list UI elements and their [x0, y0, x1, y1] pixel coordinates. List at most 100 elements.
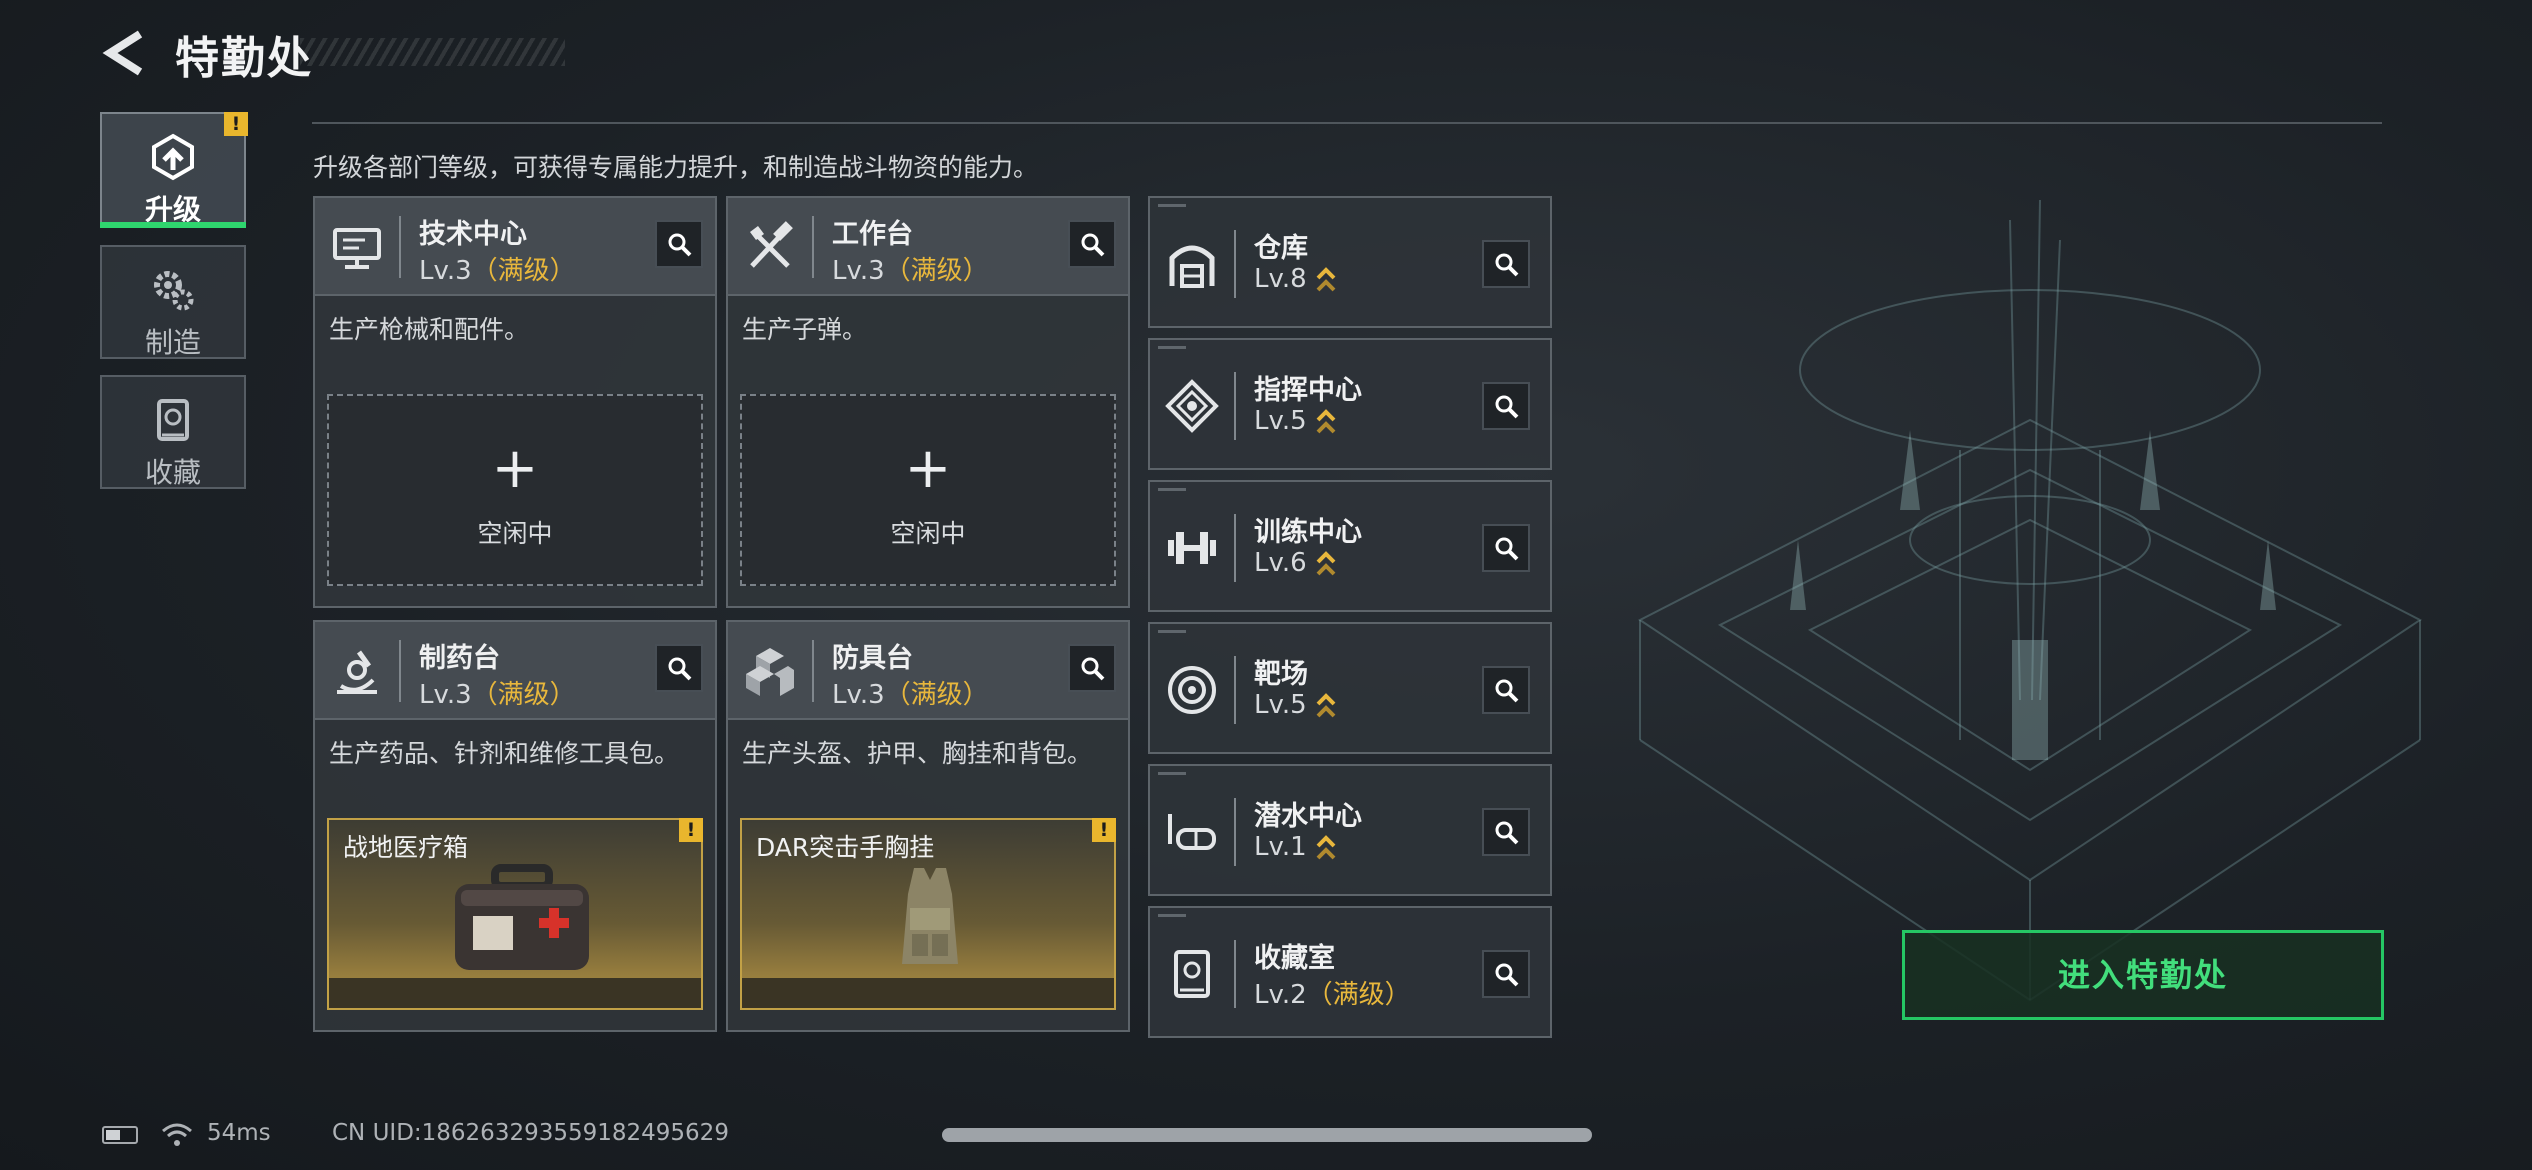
facility-level: Lv.5 — [1254, 406, 1337, 436]
search-icon — [1081, 233, 1105, 257]
tech-center-icon — [333, 228, 381, 269]
search-icon — [1495, 821, 1519, 845]
facility-level: Lv.8 — [1254, 264, 1337, 294]
search-button[interactable] — [655, 644, 703, 692]
search-icon — [668, 657, 692, 681]
search-icon — [1081, 657, 1105, 681]
workbench-icon — [750, 221, 793, 268]
facility-level: Lv.1 — [1254, 832, 1337, 862]
search-icon — [1495, 395, 1519, 419]
idle-slot[interactable]: + 空闲中 — [740, 394, 1116, 586]
facility-level: Lv.5 — [1254, 690, 1337, 720]
item-name: 战地医疗箱 — [343, 833, 469, 862]
medkit-icon — [455, 864, 589, 970]
card-header: 技术中心 Lv.3（满级） — [315, 198, 715, 296]
armor-bench-icon — [746, 648, 794, 696]
collection-icon — [157, 399, 189, 441]
shooting-range-icon — [1168, 666, 1216, 714]
upgrade-available-icon — [1316, 408, 1336, 433]
facility-diving-center[interactable]: 潜水中心 Lv.1 — [1148, 764, 1552, 896]
search-button[interactable] — [1482, 666, 1530, 714]
upgrade-available-icon — [1316, 692, 1336, 717]
dept-name: 制药台 — [419, 643, 500, 674]
dept-card-tech-center[interactable]: 技术中心 Lv.3（满级） 生产枪械和配件。 + 空闲中 — [313, 196, 717, 608]
dept-name: 防具台 — [832, 643, 913, 674]
collection-room-icon — [1174, 950, 1210, 998]
dept-card-armor-bench[interactable]: 防具台 Lv.3（满级） 生产头盔、护甲、胸挂和背包。 DAR突击手胸挂 ! — [726, 620, 1130, 1032]
dept-card-pharmacy[interactable]: 制药台 Lv.3（满级） 生产药品、针剂和维修工具包。 战地医疗箱 ! — [313, 620, 717, 1032]
item-name: DAR突击手胸挂 — [756, 833, 935, 862]
search-button[interactable] — [1068, 220, 1116, 268]
dept-description: 生产药品、针剂和维修工具包。 — [329, 739, 680, 768]
crafted-item-slot[interactable]: 战地医疗箱 — [327, 818, 703, 1010]
page-title: 特勤处 — [175, 33, 313, 84]
enter-special-ops-button[interactable]: 进入特勤处 — [1902, 930, 2384, 1020]
card-header: 工作台 Lv.3（满级） — [728, 198, 1128, 296]
idle-label: 空闲中 — [890, 519, 966, 548]
idle-slot[interactable]: + 空闲中 — [327, 394, 703, 586]
dept-level: Lv.3（满级） — [832, 256, 989, 286]
card-header: 制药台 Lv.3（满级） — [315, 622, 715, 720]
chest-rig-icon — [902, 868, 958, 964]
facility-collection-room[interactable]: 收藏室 Lv.2（满级） — [1148, 906, 1552, 1038]
page-description: 升级各部门等级，可获得专属能力提升，和制造战斗物资的能力。 — [313, 153, 1039, 182]
dept-card-workbench[interactable]: 工作台 Lv.3（满级） 生产子弹。 + 空闲中 — [726, 196, 1130, 608]
active-indicator — [100, 222, 246, 228]
facility-command-center[interactable]: 指挥中心 Lv.5 — [1148, 338, 1552, 470]
warehouse-icon — [1169, 245, 1215, 288]
upgrade-available-icon — [1316, 834, 1336, 859]
divider — [312, 122, 2382, 124]
facility-name: 训练中心 — [1254, 517, 1362, 548]
user-uid: CN UID:1862632935591824956​29 — [332, 1120, 729, 1146]
search-icon — [1495, 679, 1519, 703]
ping-readout: 54ms — [207, 1120, 271, 1146]
crafted-item-slot[interactable]: DAR突击手胸挂 — [740, 818, 1116, 1010]
alert-badge: ! — [679, 818, 703, 842]
facility-name: 仓库 — [1254, 233, 1308, 264]
search-icon — [1495, 963, 1519, 987]
nav-collection[interactable]: 收藏 — [100, 375, 246, 489]
facility-name: 潜水中心 — [1254, 801, 1362, 832]
diving-center-icon — [1168, 814, 1216, 850]
plus-icon: + — [904, 436, 952, 501]
search-button[interactable] — [1482, 524, 1530, 572]
search-button[interactable] — [1482, 240, 1530, 288]
alert-badge: ! — [1092, 818, 1116, 842]
dept-level: Lv.3（满级） — [419, 256, 576, 286]
back-arrow-icon[interactable] — [100, 28, 150, 78]
facility-shooting-range[interactable]: 靶场 Lv.5 — [1148, 622, 1552, 754]
plus-icon: + — [491, 436, 539, 501]
facility-training-center[interactable]: 训练中心 Lv.6 — [1148, 480, 1552, 612]
search-button[interactable] — [1482, 808, 1530, 856]
dept-description: 生产头盔、护甲、胸挂和背包。 — [742, 739, 1093, 768]
dept-name: 工作台 — [832, 219, 913, 250]
upgrade-available-icon — [1316, 266, 1336, 291]
home-indicator[interactable] — [942, 1128, 1592, 1142]
search-button[interactable] — [655, 220, 703, 268]
nav-craft-label: 制造 — [144, 326, 201, 359]
facility-name: 收藏室 — [1254, 943, 1335, 974]
search-icon — [1495, 253, 1519, 277]
item-progress-bar — [742, 978, 1114, 1008]
upgrade-available-icon — [1316, 550, 1336, 575]
item-progress-bar — [329, 978, 701, 1008]
nav-craft[interactable]: 制造 — [100, 245, 246, 359]
facility-warehouse[interactable]: 仓库 Lv.8 — [1148, 196, 1552, 328]
dept-level: Lv.3（满级） — [832, 680, 989, 710]
card-header: 防具台 Lv.3（满级） — [728, 622, 1128, 720]
facility-name: 指挥中心 — [1254, 375, 1362, 406]
search-button[interactable] — [1482, 950, 1530, 998]
facility-name: 靶场 — [1254, 659, 1308, 690]
dept-level: Lv.3（满级） — [419, 680, 576, 710]
pharmacy-icon — [337, 650, 377, 694]
command-center-icon — [1165, 379, 1219, 433]
dept-description: 生产子弹。 — [742, 315, 868, 344]
dept-name: 技术中心 — [419, 219, 527, 250]
search-button[interactable] — [1482, 382, 1530, 430]
idle-label: 空闲中 — [477, 519, 553, 548]
battery-level — [106, 1130, 120, 1140]
facility-level: Lv.6 — [1254, 548, 1337, 578]
search-button[interactable] — [1068, 644, 1116, 692]
upgrade-icon — [152, 133, 194, 181]
alert-badge: ! — [224, 112, 248, 136]
